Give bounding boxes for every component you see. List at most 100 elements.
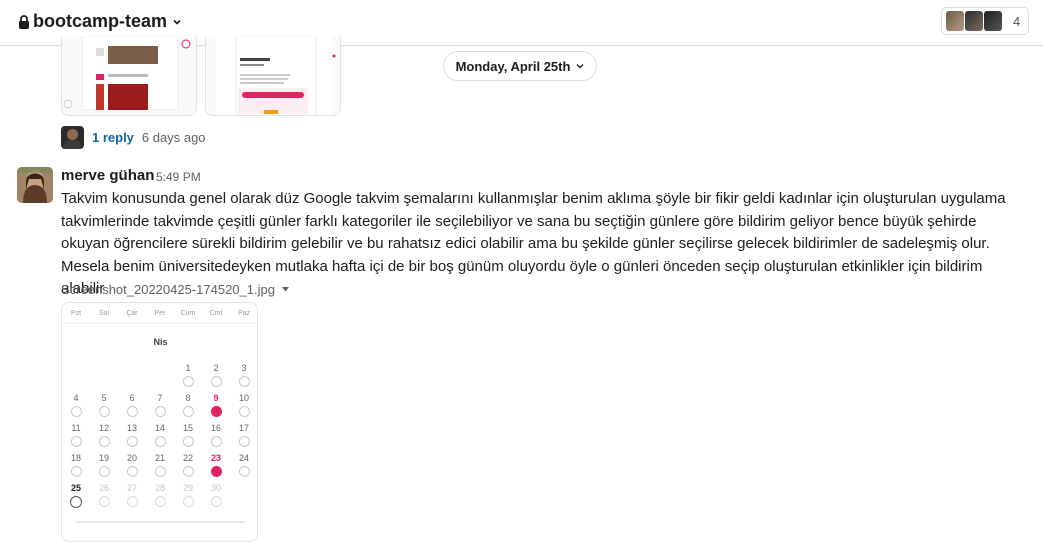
calendar-day-number: 12 [98, 423, 109, 433]
calendar-weekday-label: Paz [237, 310, 251, 317]
day-status-circle-icon [154, 496, 166, 507]
calendar-day-number: 24 [238, 453, 249, 463]
calendar-day-number: 21 [154, 453, 165, 463]
calendar-day[interactable]: 26 [90, 483, 118, 507]
reply-count-link[interactable]: 1 reply [92, 130, 134, 145]
message-timestamp[interactable]: 5:49 PM [156, 170, 201, 184]
calendar-day[interactable]: 24 [230, 453, 257, 477]
calendar-day-number: 18 [70, 453, 81, 463]
calendar-day[interactable]: 17 [230, 423, 257, 447]
member-avatar [984, 11, 1002, 31]
day-status-circle-icon [210, 406, 222, 417]
calendar-day[interactable]: 23 [202, 453, 230, 477]
message-author[interactable]: merve gühan [61, 167, 154, 184]
calendar-day-number: 3 [241, 363, 247, 373]
calendar-day[interactable]: 2 [202, 363, 230, 387]
calendar-day[interactable]: 9 [202, 393, 230, 417]
calendar-day-number: 16 [210, 423, 221, 433]
day-status-circle-icon [238, 376, 250, 387]
calendar-day[interactable]: 29 [174, 483, 202, 507]
calendar-screenshot-attachment[interactable]: Pzt Sal Çar Per Cum Cmt Paz Nis 1 2 3 4 5 6 7 8 9 10 11 1… [61, 302, 258, 542]
calendar-day-number: 30 [210, 483, 221, 493]
calendar-day-number: 17 [238, 423, 249, 433]
day-status-circle-icon [182, 466, 194, 477]
calendar-day-number: 15 [182, 423, 193, 433]
calendar-weekday-label: Sal [98, 310, 110, 317]
calendar-day-number: 22 [182, 453, 193, 463]
app-screenshot-image [63, 36, 191, 111]
day-status-circle-icon [70, 436, 82, 447]
calendar-day[interactable]: 21 [146, 453, 174, 477]
calendar-day[interactable]: 19 [90, 453, 118, 477]
calendar-day[interactable]: 6 [118, 393, 146, 417]
members-button[interactable]: 4 [941, 7, 1029, 35]
calendar-day[interactable]: 27 [118, 483, 146, 507]
member-avatar [946, 11, 964, 31]
day-status-circle-icon [182, 406, 194, 417]
calendar-day-number: 5 [101, 393, 107, 403]
day-status-circle-icon [98, 406, 110, 417]
day-status-circle-icon [98, 436, 110, 447]
calendar-day[interactable]: 11 [62, 423, 90, 447]
calendar-day-number: 28 [154, 483, 165, 493]
calendar-day-number: 8 [185, 393, 191, 403]
calendar-day[interactable]: 15 [174, 423, 202, 447]
calendar-day[interactable]: 16 [202, 423, 230, 447]
day-status-circle-icon [126, 496, 138, 507]
calendar-day-number: 19 [98, 453, 109, 463]
calendar-day-number: 6 [129, 393, 135, 403]
calendar-weekday-label: Pzt [70, 310, 82, 317]
calendar-weekday-label: Per [154, 310, 166, 317]
calendar-day[interactable]: 28 [146, 483, 174, 507]
calendar-day[interactable]: 12 [90, 423, 118, 447]
app-screenshot-image [216, 36, 336, 115]
avatar-photo [17, 167, 53, 203]
caret-down-icon [281, 287, 289, 292]
attachment-filename[interactable]: Screenshot_20220425-174520_1.jpg [61, 282, 289, 297]
calendar-day-number: 23 [210, 453, 221, 463]
calendar-day[interactable]: 14 [146, 423, 174, 447]
calendar-day-number: 27 [126, 483, 137, 493]
thread-replies[interactable]: 1 reply 6 days ago [61, 126, 206, 149]
day-status-circle-icon [98, 466, 110, 477]
calendar-day-number: 26 [98, 483, 109, 493]
calendar-day[interactable]: 30 [202, 483, 230, 507]
author-avatar[interactable] [17, 167, 53, 203]
calendar-day-number: 10 [238, 393, 249, 403]
day-status-circle-icon [210, 496, 222, 507]
day-status-circle-icon [182, 436, 194, 447]
calendar-day[interactable]: 18 [62, 453, 90, 477]
calendar-day[interactable]: 5 [90, 393, 118, 417]
day-status-circle-icon [210, 436, 222, 447]
chevron-down-icon [576, 64, 584, 69]
member-avatar [965, 11, 983, 31]
calendar-day[interactable]: 20 [118, 453, 146, 477]
calendar-day[interactable]: 8 [174, 393, 202, 417]
calendar-day[interactable]: 10 [230, 393, 257, 417]
calendar-day[interactable]: 4 [62, 393, 90, 417]
day-status-circle-icon [126, 406, 138, 417]
last-reply-time: 6 days ago [141, 130, 206, 145]
channel-name-button[interactable]: bootcamp-team [18, 11, 182, 32]
divider [76, 521, 245, 523]
calendar-day-number: 25 [70, 483, 81, 493]
attachment-thumbnail[interactable] [205, 36, 341, 116]
calendar-day-number: 20 [126, 453, 137, 463]
calendar-day-number: 9 [213, 393, 219, 403]
calendar-day-number: 11 [71, 423, 81, 433]
date-divider-button[interactable]: Monday, April 25th [443, 51, 597, 81]
calendar-day[interactable]: 7 [146, 393, 174, 417]
calendar-day[interactable]: 3 [230, 363, 257, 387]
calendar-day-number: 2 [213, 363, 219, 373]
calendar-weekday-label: Cmt [209, 310, 223, 317]
calendar-day[interactable]: 1 [174, 363, 202, 387]
day-status-circle-icon [98, 496, 110, 507]
day-status-circle-icon [154, 406, 166, 417]
day-status-circle-icon [238, 466, 250, 477]
calendar-day[interactable]: 22 [174, 453, 202, 477]
calendar-day[interactable]: 13 [118, 423, 146, 447]
calendar-day[interactable]: 25 [62, 483, 90, 508]
day-status-circle-icon [238, 436, 250, 447]
channel-name: bootcamp-team [33, 11, 168, 31]
attachment-thumbnail[interactable] [61, 36, 197, 116]
